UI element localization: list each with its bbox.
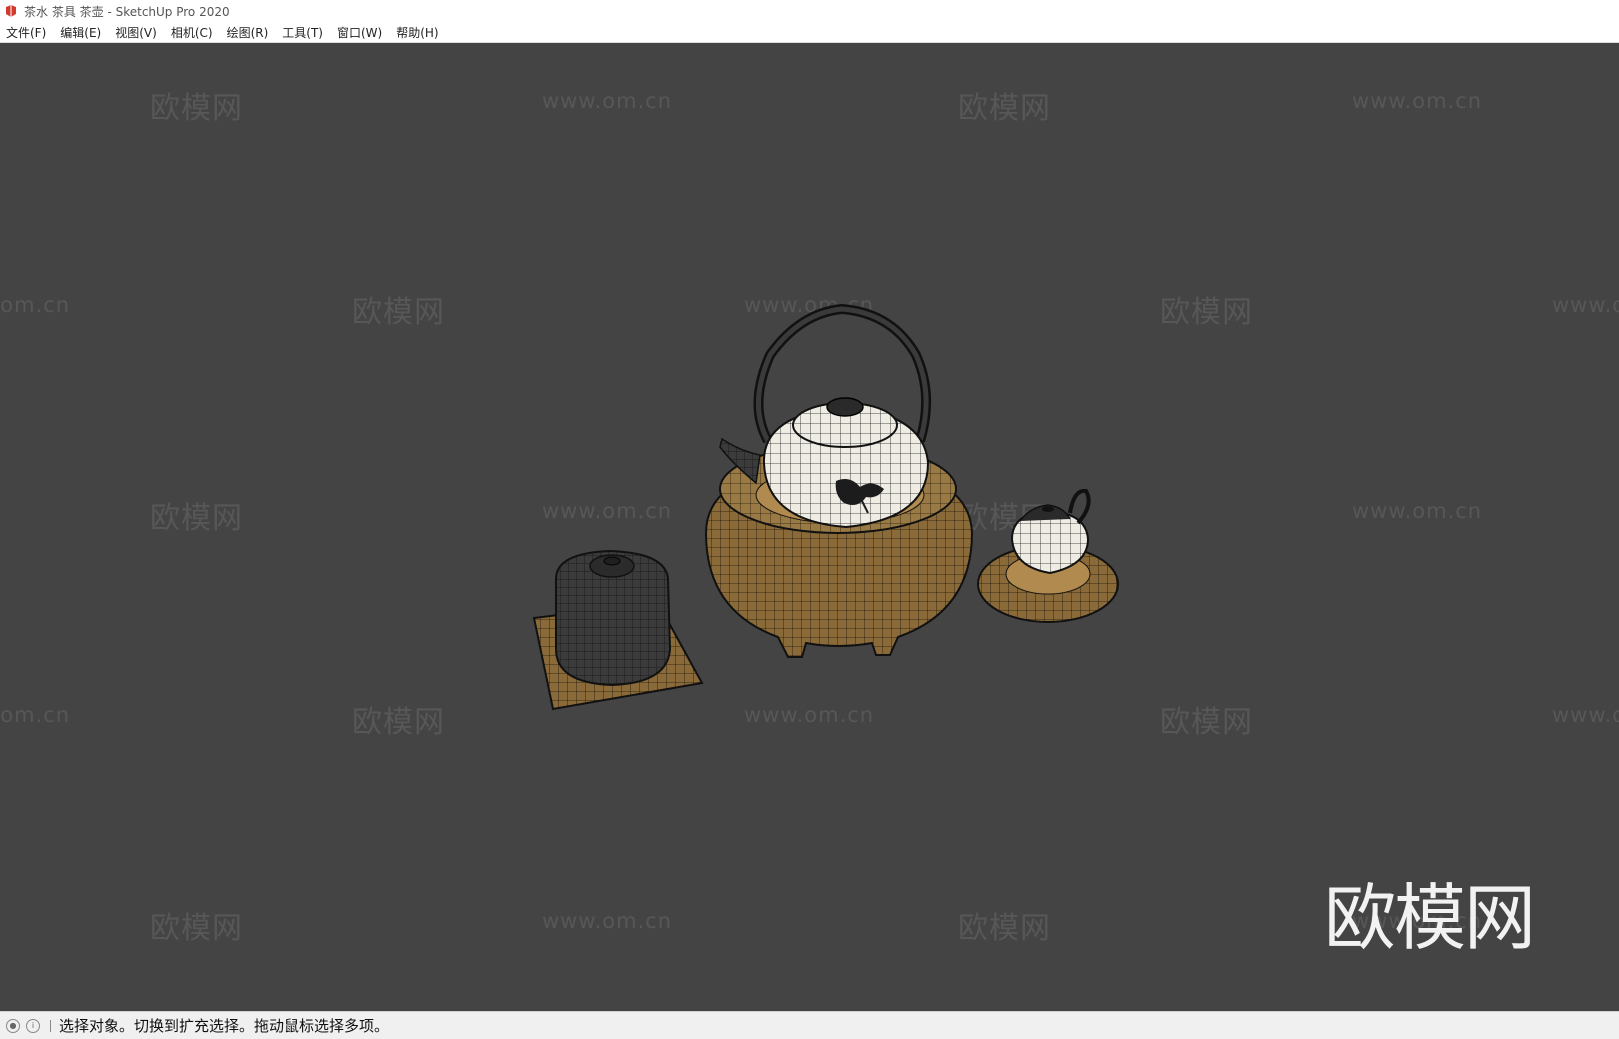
menu-window[interactable]: 窗口(W): [331, 24, 390, 41]
status-bar: ● i 选择对象。切换到扩充选择。拖动鼠标选择多项。: [0, 1011, 1619, 1039]
title-bar: 茶水 茶具 茶壶 - SketchUp Pro 2020: [0, 0, 1619, 22]
sketchup-icon: [6, 5, 16, 17]
menu-help[interactable]: 帮助(H): [390, 24, 446, 41]
menu-view[interactable]: 视图(V): [109, 24, 165, 41]
menu-tools[interactable]: 工具(T): [276, 24, 331, 41]
geo-location-icon[interactable]: ●: [6, 1018, 20, 1033]
dark-tea-caddy[interactable]: [555, 549, 672, 687]
status-divider: [50, 1019, 51, 1032]
info-icon[interactable]: i: [26, 1018, 40, 1033]
menu-bar: 文件(F) 编辑(E) 视图(V) 相机(C) 绘图(R) 工具(T) 窗口(W…: [0, 22, 1619, 43]
small-teapot-with-saucer[interactable]: [977, 488, 1119, 623]
menu-camera[interactable]: 相机(C): [165, 24, 221, 41]
modeling-viewport[interactable]: 欧模网 www.om.cn 欧模网 www.om.cn www.om.cn 欧模…: [0, 43, 1619, 1011]
menu-draw[interactable]: 绘图(R): [221, 24, 277, 41]
window-title: 茶水 茶具 茶壶 - SketchUp Pro 2020: [24, 4, 230, 19]
brand-logo: 欧模网: [1324, 876, 1536, 960]
menu-file[interactable]: 文件(F): [0, 24, 54, 41]
status-text: 选择对象。切换到扩充选择。拖动鼠标选择多项。: [59, 1017, 390, 1035]
menu-edit[interactable]: 编辑(E): [54, 24, 109, 41]
